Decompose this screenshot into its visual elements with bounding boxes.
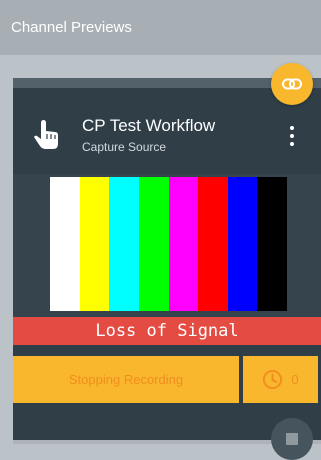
link-icon xyxy=(282,78,302,90)
timer-button[interactable]: 0 xyxy=(243,356,318,403)
workflow-title: CP Test Workflow xyxy=(82,116,216,135)
color-bar xyxy=(138,177,169,311)
color-bar xyxy=(168,177,199,311)
link-button[interactable] xyxy=(271,63,313,105)
color-bar xyxy=(109,177,139,311)
stop-button[interactable] xyxy=(271,418,313,460)
touch-icon xyxy=(34,120,58,149)
stop-icon xyxy=(286,433,298,445)
color-bar xyxy=(198,177,228,311)
panel-title: Channel Previews xyxy=(0,0,321,55)
timer-value: 0 xyxy=(291,372,299,387)
clock-icon xyxy=(263,369,283,390)
loss-of-signal-banner: Loss of Signal xyxy=(13,317,321,345)
card-header: CP Test Workflow Capture Source xyxy=(13,88,321,174)
color-bar xyxy=(257,177,287,311)
stop-recording-button[interactable]: Stopping Recording xyxy=(13,356,239,403)
color-bar xyxy=(50,177,80,311)
color-bars xyxy=(50,177,287,311)
more-vertical-icon[interactable] xyxy=(285,126,299,146)
workflow-subtitle: Capture Source xyxy=(82,140,167,154)
color-bar xyxy=(227,177,258,311)
color-bar xyxy=(79,177,110,311)
